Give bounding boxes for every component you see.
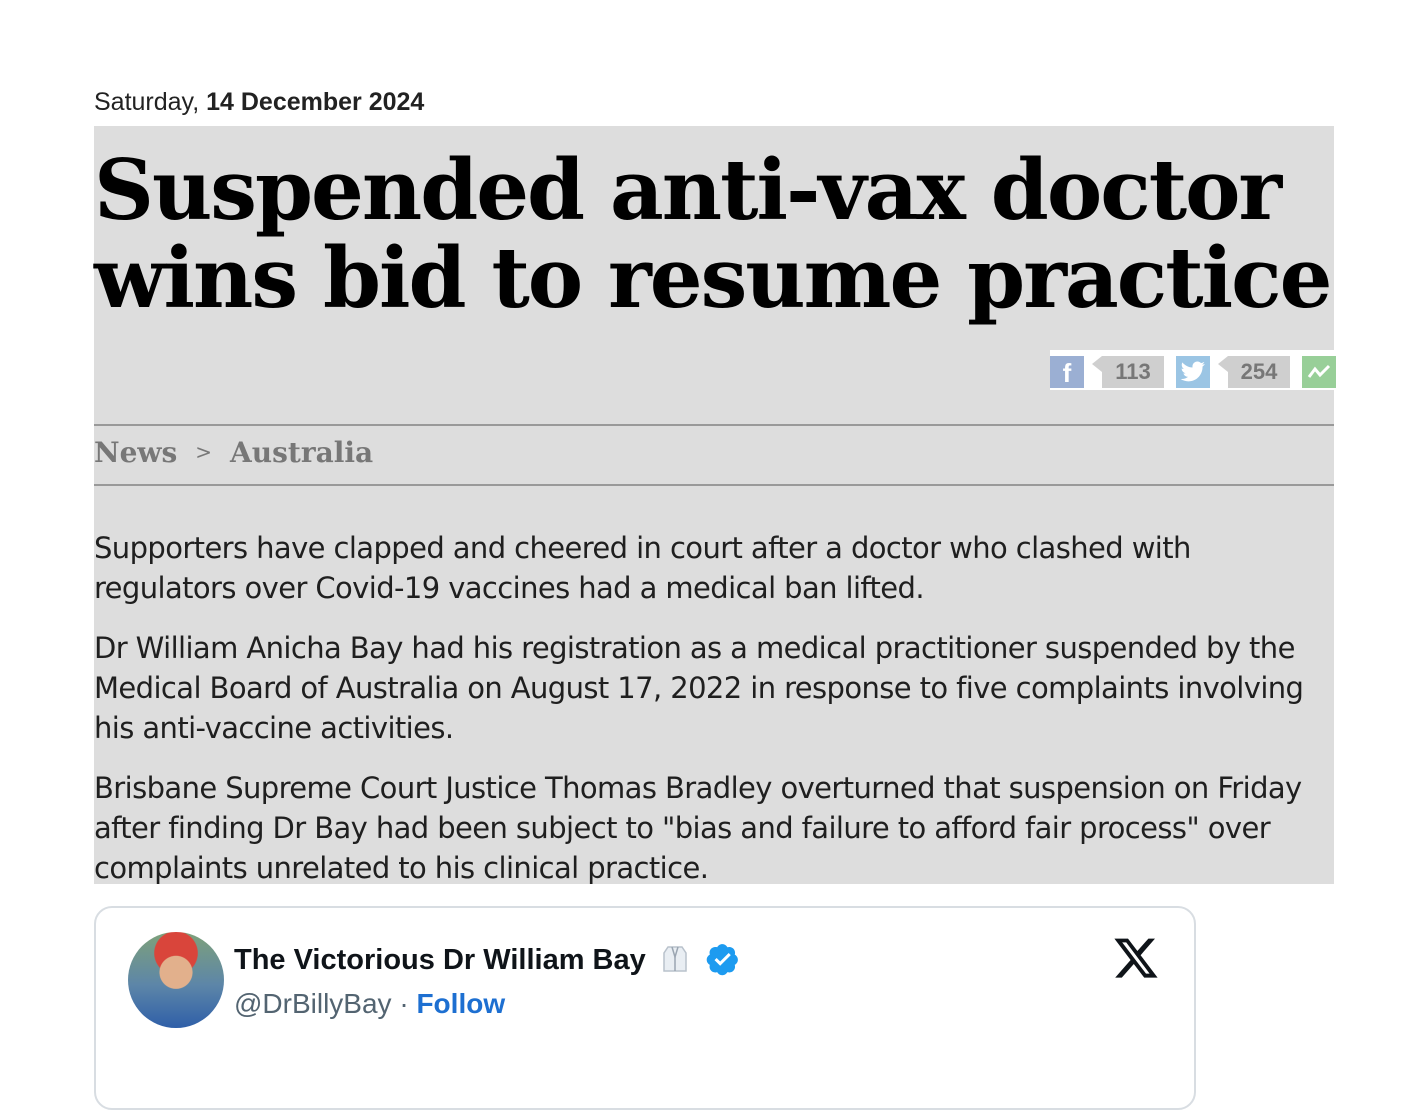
x-logo-icon[interactable] <box>1112 934 1160 982</box>
article-section: Suspended anti-vax doctor wins bid to re… <box>94 126 1336 885</box>
count-notch <box>1092 356 1102 372</box>
breadcrumb-separator: > <box>195 440 213 464</box>
article-paragraph: Supporters have clapped and cheered in c… <box>94 531 1191 605</box>
share-bar: f 113 254 <box>1050 350 1336 390</box>
article-date: Saturday, 14 December 2024 <box>94 88 424 117</box>
lab-coat-icon <box>663 946 687 972</box>
breadcrumb: News > Australia <box>94 436 373 469</box>
share-graph-icon[interactable] <box>1302 356 1336 388</box>
date-weekday: Saturday, <box>94 88 200 116</box>
display-name-text: The Victorious Dr William Bay <box>234 944 646 976</box>
tweet-author-name[interactable]: The Victorious Dr William Bay <box>234 942 740 977</box>
facebook-share-count: 113 <box>1102 356 1164 388</box>
article-headline: Suspended anti-vax doctor wins bid to re… <box>94 141 1332 327</box>
breadcrumb-news[interactable]: News <box>94 436 177 469</box>
follow-button[interactable]: Follow <box>416 988 505 1019</box>
avatar[interactable] <box>128 932 224 1028</box>
embedded-tweet[interactable]: The Victorious Dr William Bay @DrBillyBa… <box>94 906 1196 1110</box>
article-paragraph: Brisbane Supreme Court Justice Thomas Br… <box>94 771 1302 885</box>
article-paragraph: Dr William Anicha Bay had his registrati… <box>94 631 1304 745</box>
breadcrumb-australia[interactable]: Australia <box>230 436 373 469</box>
facebook-icon[interactable]: f <box>1050 356 1084 388</box>
handle-separator: · <box>399 988 409 1019</box>
breadcrumb-divider-bottom <box>94 484 1334 486</box>
twitter-icon[interactable] <box>1176 356 1210 388</box>
tweet-handle-line: @DrBillyBay · Follow <box>234 988 505 1020</box>
tweet-handle[interactable]: @DrBillyBay <box>234 988 392 1019</box>
date-full: 14 December 2024 <box>206 88 425 116</box>
verified-badge-icon <box>706 944 738 976</box>
count-notch <box>1218 356 1228 372</box>
breadcrumb-divider-top <box>94 424 1334 426</box>
article-body: Supporters have clapped and cheered in c… <box>94 528 1334 908</box>
twitter-share-count: 254 <box>1228 356 1290 388</box>
